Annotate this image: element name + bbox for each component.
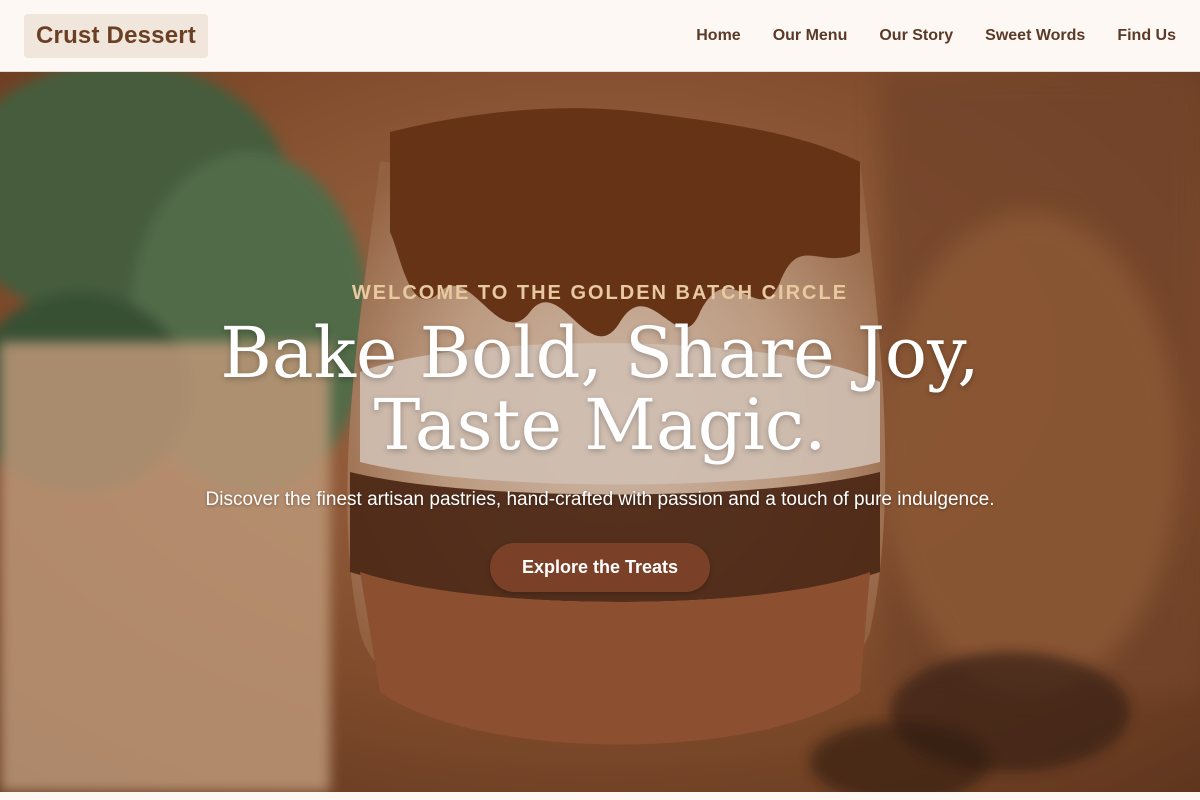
hero-headline-line2: Taste Magic. [373, 384, 827, 466]
top-navbar: Crust Dessert Home Our Menu Our Story Sw… [0, 0, 1200, 72]
hero-headline-line1: Bake Bold, Share Joy, [220, 312, 980, 394]
hero-headline: Bake Bold, Share Joy, Taste Magic. [220, 317, 979, 461]
hero-section: WELCOME TO THE GOLDEN BATCH CIRCLE Bake … [0, 72, 1200, 792]
nav-sweet-words-link[interactable]: Sweet Words [985, 27, 1085, 45]
nav-story-link[interactable]: Our Story [879, 27, 953, 45]
hero-content: WELCOME TO THE GOLDEN BATCH CIRCLE Bake … [0, 72, 1200, 792]
nav-menu-link[interactable]: Our Menu [773, 27, 848, 45]
hero-subtitle: Discover the finest artisan pastries, ha… [205, 489, 995, 510]
nav-find-us-link[interactable]: Find Us [1117, 27, 1176, 45]
main-nav: Home Our Menu Our Story Sweet Words Find… [696, 27, 1176, 45]
explore-treats-button[interactable]: Explore the Treats [489, 543, 711, 592]
hero-eyebrow: WELCOME TO THE GOLDEN BATCH CIRCLE [351, 282, 849, 304]
nav-home-link[interactable]: Home [696, 27, 740, 45]
brand-logo[interactable]: Crust Dessert [24, 13, 208, 58]
bottom-strip [0, 792, 1200, 800]
